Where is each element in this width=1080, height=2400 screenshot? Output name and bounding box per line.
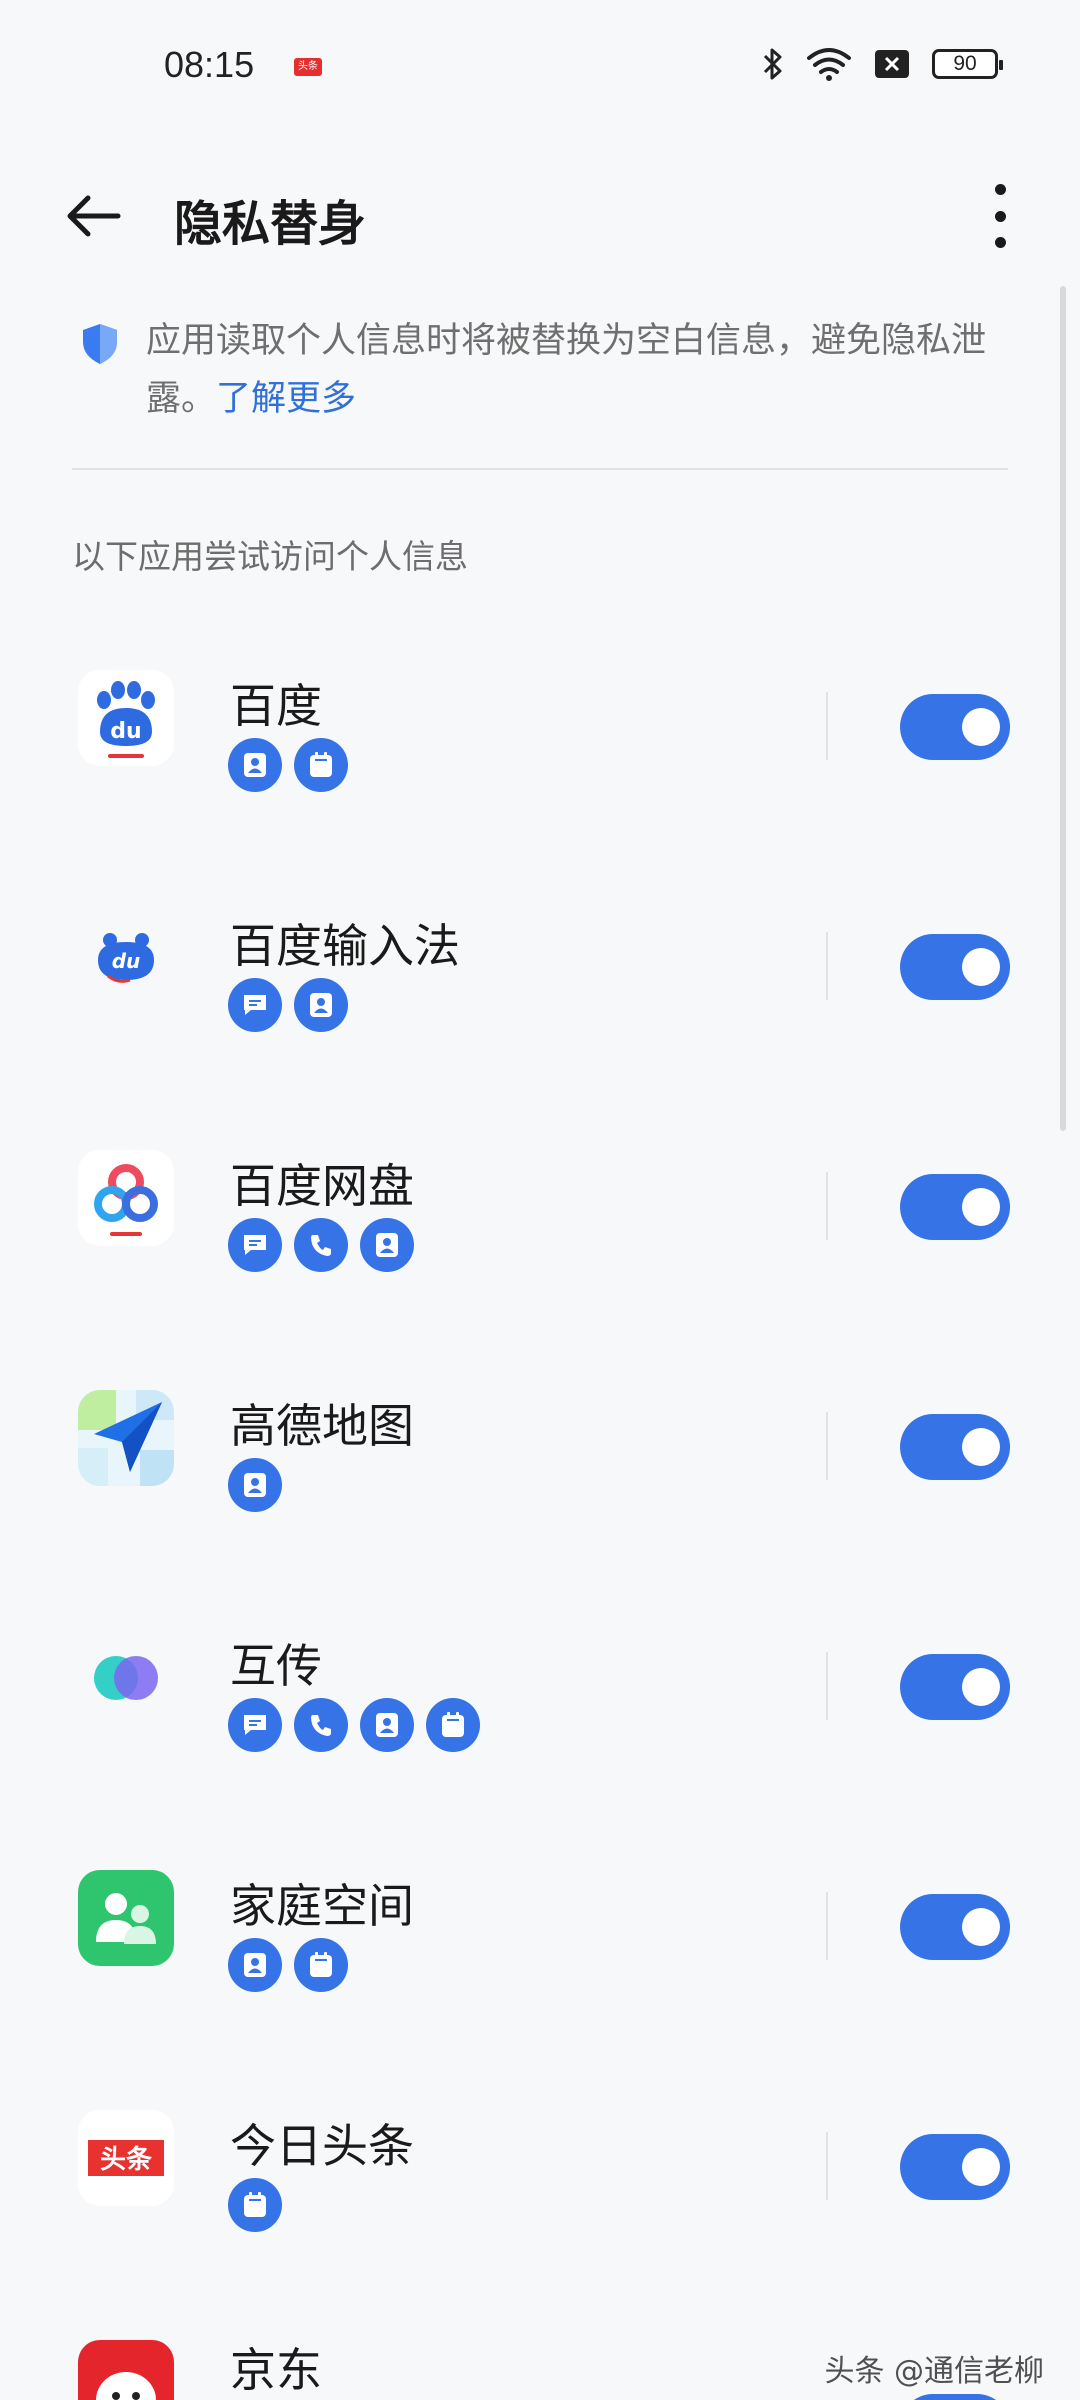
row-divider: [826, 1892, 828, 1960]
app-name: 百度网盘: [230, 1159, 414, 1213]
contacts-icon: [228, 1938, 282, 1992]
toggle-knob: [962, 2148, 1000, 2186]
row-divider: [826, 2132, 828, 2200]
jd-app-icon: [78, 2340, 174, 2400]
privacy-toggle[interactable]: [900, 1174, 1010, 1240]
baidu-input-app-icon: du: [78, 910, 174, 1006]
app-header: 隐私替身: [0, 160, 1080, 270]
toggle-knob: [962, 1668, 1000, 1706]
privacy-notice: 应用读取个人信息时将被替换为空白信息，避免隐私泄露。了解更多: [72, 312, 1008, 428]
privacy-toggle[interactable]: [900, 1894, 1010, 1960]
toggle-knob: [962, 1188, 1000, 1226]
news-notification-icon: 头条: [294, 58, 322, 76]
status-time: 08:15: [164, 44, 255, 85]
app-name: 百度输入法: [230, 919, 460, 973]
shield-icon: [83, 324, 117, 364]
privacy-toggle[interactable]: [900, 934, 1010, 1000]
calendar-icon: [294, 1938, 348, 1992]
app-row-baidu-netdisk[interactable]: 百度网盘: [0, 1124, 1080, 1364]
app-row-huchuan[interactable]: 互传: [0, 1604, 1080, 1844]
app-row-baidu-input[interactable]: du 百度输入法: [0, 884, 1080, 1124]
permission-icons: [228, 978, 348, 1032]
baidu-input-icon-label: du: [112, 949, 141, 973]
section-label: 以下应用尝试访问个人信息: [72, 537, 468, 576]
permission-icons: [228, 1218, 414, 1272]
row-divider: [826, 692, 828, 760]
app-row-amap[interactable]: 高德地图: [0, 1364, 1080, 1604]
family-space-app-icon: [78, 1870, 174, 1966]
permission-icons: [228, 1458, 282, 1512]
permission-icons: [228, 1938, 348, 1992]
calendar-icon: [294, 738, 348, 792]
privacy-toggle[interactable]: [900, 2134, 1010, 2200]
toggle-knob: [962, 1428, 1000, 1466]
permission-icons: [228, 2178, 282, 2232]
app-name: 今日头条: [230, 2119, 414, 2173]
more-dot-icon: [994, 237, 1006, 248]
calendar-icon: [228, 2178, 282, 2232]
permission-icons: [228, 738, 348, 792]
contacts-icon: [228, 1458, 282, 1512]
watermark: 头条 @通信老柳: [824, 2354, 1044, 2389]
privacy-toggle[interactable]: [900, 1414, 1010, 1480]
calendar-icon: [426, 1698, 480, 1752]
more-dot-icon: [994, 210, 1006, 222]
row-divider: [826, 1172, 828, 1240]
status-icons: 90: [762, 46, 1003, 82]
divider: [72, 468, 1008, 470]
message-icon: [228, 1218, 282, 1272]
baidu-app-icon: du: [78, 670, 174, 766]
privacy-toggle[interactable]: [900, 1654, 1010, 1720]
app-row-baidu[interactable]: du 百度: [0, 644, 1080, 884]
back-arrow-icon: [67, 195, 121, 237]
app-name: 家庭空间: [230, 1879, 414, 1933]
app-name: 京东: [230, 2343, 322, 2397]
row-divider: [826, 1412, 828, 1480]
bluetooth-icon: [763, 48, 782, 80]
notice-text: 应用读取个人信息时将被替换为空白信息，避免隐私泄露。了解更多: [146, 312, 1008, 428]
app-name: 百度: [230, 679, 322, 733]
permission-icons: [228, 1698, 480, 1752]
toutiao-app-icon: 头条: [78, 2110, 174, 2206]
amap-app-icon: [78, 1390, 174, 1486]
wifi-icon: [807, 48, 851, 81]
privacy-toggle[interactable]: [900, 694, 1010, 760]
row-divider: [826, 932, 828, 1000]
status-bar: 08:15 头条 90: [0, 0, 1080, 130]
huchuan-app-icon: [78, 1630, 174, 1726]
toggle-knob: [962, 1908, 1000, 1946]
toutiao-icon-label: 头条: [100, 2145, 153, 2175]
app-row-toutiao[interactable]: 头条 今日头条: [0, 2084, 1080, 2324]
phone-icon: [294, 1218, 348, 1272]
more-dot-icon: [994, 184, 1006, 195]
phone-icon: [294, 1698, 348, 1752]
privacy-toggle[interactable]: [900, 2394, 1010, 2400]
learn-more-link[interactable]: 了解更多: [216, 379, 356, 419]
contacts-icon: [228, 738, 282, 792]
app-row-family-space[interactable]: 家庭空间: [0, 1844, 1080, 2084]
more-options-button[interactable]: [980, 184, 1020, 248]
app-name: 高德地图: [230, 1399, 414, 1453]
contacts-icon: [294, 978, 348, 1032]
message-icon: [228, 978, 282, 1032]
contacts-icon: [360, 1218, 414, 1272]
toggle-knob: [962, 948, 1000, 986]
sim-off-icon: [875, 50, 909, 78]
back-button[interactable]: [60, 188, 130, 244]
baidu-icon-label: du: [110, 719, 141, 744]
toggle-knob: [962, 708, 1000, 746]
battery-icon: 90: [932, 49, 1003, 79]
row-divider: [826, 1652, 828, 1720]
message-icon: [228, 1698, 282, 1752]
baidu-netdisk-app-icon: [78, 1150, 174, 1246]
contacts-icon: [360, 1698, 414, 1752]
page-title: 隐私替身: [174, 196, 367, 252]
app-name: 互传: [230, 1639, 322, 1693]
